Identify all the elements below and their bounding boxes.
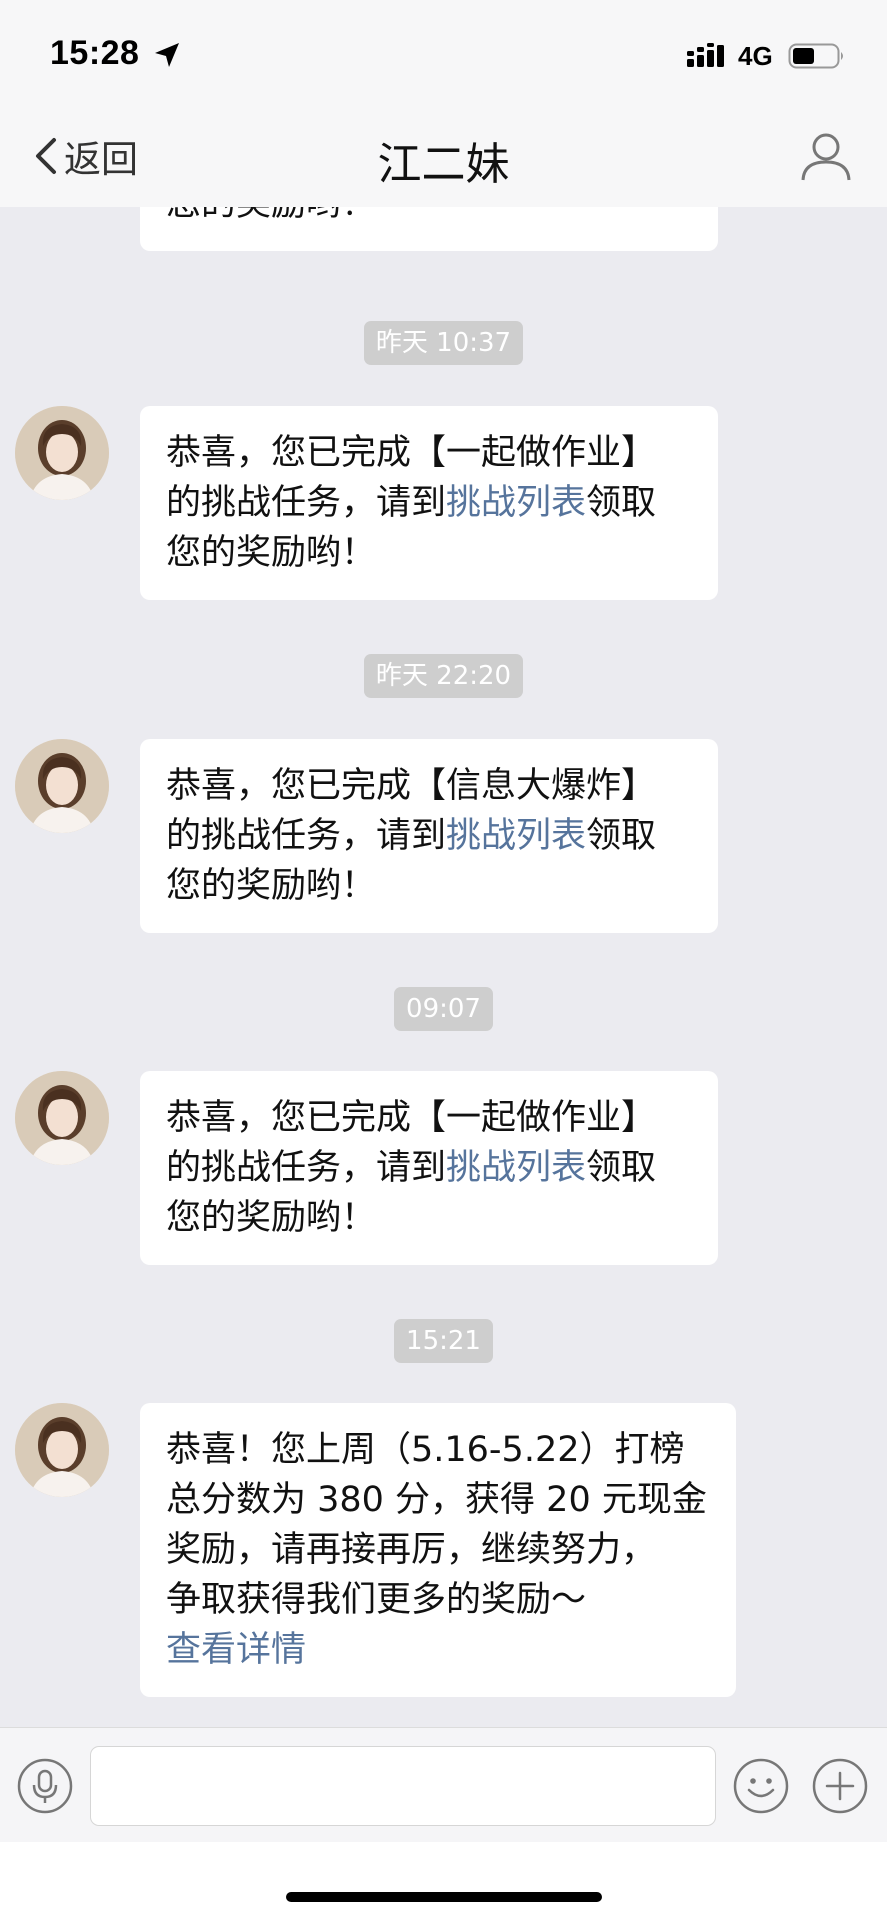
timestamp: 09:07 (0, 987, 887, 1031)
avatar-image (15, 1403, 109, 1497)
avatar[interactable] (15, 1403, 109, 1497)
battery-icon (788, 43, 843, 69)
message-text: 恭喜，您已完成【一起做作业】 (166, 433, 657, 473)
message-bubble[interactable]: 您的奖励哟！ (140, 207, 718, 251)
message-text: 恭喜！您上周（5.16-5.22）打榜 (166, 1430, 685, 1470)
nav-bar: 返回 江二妹 (0, 100, 887, 207)
message-text: 恭喜，您已完成【信息大爆炸】 (166, 766, 657, 806)
message-bubble[interactable]: 恭喜！您上周（5.16-5.22）打榜 总分数为 380 分，获得 20 元现金… (140, 1403, 736, 1697)
location-arrow-icon (155, 43, 179, 67)
avatar[interactable] (15, 406, 109, 500)
message-text: 总分数为 380 分，获得 20 元现金 (166, 1480, 707, 1520)
message-text: 争取获得我们更多的奖励～ (166, 1580, 587, 1620)
avatar[interactable] (15, 1071, 109, 1165)
message-input[interactable] (90, 1746, 716, 1826)
message-bubble[interactable]: 恭喜，您已完成【一起做作业】 的挑战任务，请到挑战列表领取 您的奖励哟！ (140, 406, 718, 600)
avatar[interactable] (15, 739, 109, 833)
chat-title: 江二妹 (377, 139, 510, 190)
message-text: 您的奖励哟！ (166, 533, 377, 573)
avatar-image (15, 1071, 109, 1165)
plus-icon[interactable] (812, 1758, 868, 1814)
bottom-safe-area (0, 1842, 887, 1920)
network-type: 4G (738, 41, 773, 71)
avatar-image (15, 739, 109, 833)
avatar-image (15, 406, 109, 500)
timestamp: 昨天 22:20 (0, 654, 887, 698)
emoji-icon[interactable] (733, 1758, 789, 1814)
message-text: 恭喜，您已完成【一起做作业】 (166, 1098, 657, 1138)
chat-area[interactable]: 您的奖励哟！ 昨天 10:37 恭喜，您已完成【一起做作业】 的挑战任务，请到挑… (0, 207, 887, 1727)
message-text: 您的奖励哟！ (166, 866, 377, 906)
status-bar: 15:28 4G (0, 0, 887, 100)
message-bubble[interactable]: 恭喜，您已完成【信息大爆炸】 的挑战任务，请到挑战列表领取 您的奖励哟！ (140, 739, 718, 933)
message-bubble[interactable]: 恭喜，您已完成【一起做作业】 的挑战任务，请到挑战列表领取 您的奖励哟！ (140, 1071, 718, 1265)
input-bar (0, 1727, 887, 1842)
signal-icon (687, 43, 724, 67)
message-text: 的挑战任务，请到挑战列表领取 (166, 816, 657, 856)
home-indicator[interactable] (286, 1892, 602, 1902)
status-time: 15:28 (50, 34, 140, 72)
view-details-link[interactable]: 查看详情 (166, 1625, 710, 1675)
timestamp: 昨天 10:37 (0, 321, 887, 365)
message-text: 的挑战任务，请到挑战列表领取 (166, 1148, 657, 1188)
message-text: 您的奖励哟！ (166, 1198, 377, 1238)
challenge-list-link[interactable]: 挑战列表 (446, 483, 586, 523)
timestamp: 15:21 (0, 1319, 887, 1363)
message-text: 奖励，请再接再厉，继续努力， (166, 1530, 657, 1570)
person-icon[interactable] (800, 130, 852, 182)
challenge-list-link[interactable]: 挑战列表 (446, 1148, 586, 1188)
message-text: 您的奖励哟！ (166, 207, 692, 229)
challenge-list-link[interactable]: 挑战列表 (446, 816, 586, 856)
message-text: 的挑战任务，请到挑战列表领取 (166, 483, 657, 523)
microphone-icon[interactable] (17, 1758, 73, 1814)
